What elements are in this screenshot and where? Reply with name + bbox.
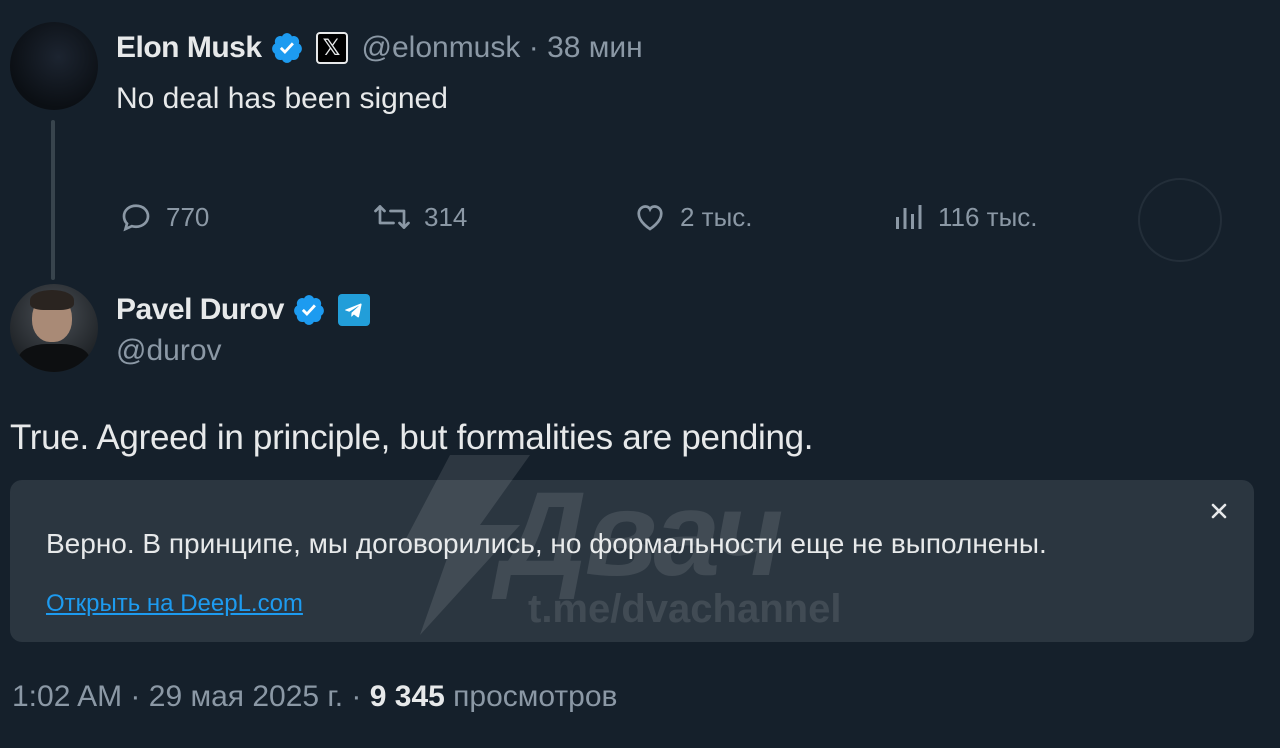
- separator-dot: ·: [351, 680, 362, 713]
- author-handle[interactable]: @durov: [116, 334, 222, 368]
- deepl-link[interactable]: Открыть на DeepL.com: [46, 590, 303, 618]
- close-button[interactable]: [1206, 498, 1232, 524]
- reply-button[interactable]: 770: [118, 192, 209, 242]
- avatar-elon-musk[interactable]: [10, 22, 98, 110]
- avatar-pavel-durov[interactable]: [10, 284, 98, 372]
- footer-views-label: просмотров: [453, 680, 618, 713]
- like-count: 2 тыс.: [680, 201, 753, 232]
- retweet-icon: [374, 205, 410, 229]
- telegram-logo-icon: [337, 294, 370, 326]
- tweet-footer: 1:02 AM · 29 мая 2025 г. · 9 345 просмот…: [12, 680, 617, 714]
- verified-badge-icon: [294, 295, 324, 325]
- x-logo-icon: 𝕏: [315, 32, 348, 64]
- tweet-header-musk: Elon Musk 𝕏 @elonmusk · 38 мин: [116, 26, 643, 70]
- close-icon: [1211, 503, 1227, 519]
- like-button[interactable]: 2 тыс.: [632, 192, 753, 242]
- reply-icon: [122, 204, 150, 232]
- retweet-count: 314: [424, 201, 468, 232]
- avatar-hair-shape: [30, 290, 74, 310]
- author-handle[interactable]: @elonmusk: [362, 31, 521, 64]
- reply-count: 770: [166, 201, 210, 232]
- views-button[interactable]: 116 тыс.: [890, 192, 1038, 242]
- handle-time-group: @elonmusk · 38 мин: [362, 31, 643, 65]
- retweet-button[interactable]: 314: [372, 192, 467, 242]
- footer-time[interactable]: 1:02 AM: [12, 680, 122, 713]
- author-name[interactable]: Elon Musk: [116, 31, 262, 65]
- author-name[interactable]: Pavel Durov: [116, 293, 284, 327]
- separator-dot: ·: [130, 680, 141, 713]
- footer-date[interactable]: 29 мая 2025 г.: [149, 680, 343, 713]
- translation-text: Верно. В принципе, мы договорились, но ф…: [46, 528, 1047, 559]
- tweet-actions-bar: 770 314 2 тыс. 116 тыс.: [0, 192, 1280, 242]
- verified-badge-icon: [271, 33, 302, 63]
- avatar-body-shape: [18, 344, 90, 372]
- tweet-text-musk: No deal has been signed: [116, 82, 448, 115]
- footer-views-count: 9 345: [369, 680, 445, 713]
- translation-panel: Верно. В принципе, мы договорились, но ф…: [10, 480, 1254, 642]
- views-count: 116 тыс.: [938, 201, 1038, 232]
- like-icon: [637, 205, 663, 231]
- separator-dot: ·: [528, 31, 539, 64]
- tweet-screen: Elon Musk 𝕏 @elonmusk · 38 мин No deal h…: [0, 0, 1280, 748]
- views-icon: [896, 205, 922, 229]
- tweet-text-durov: True. Agreed in principle, but formaliti…: [10, 418, 814, 457]
- tweet-header-durov: Pavel Durov: [116, 288, 370, 332]
- tweet-timestamp[interactable]: 38 мин: [547, 31, 643, 64]
- share-button-faded[interactable]: [1138, 178, 1222, 262]
